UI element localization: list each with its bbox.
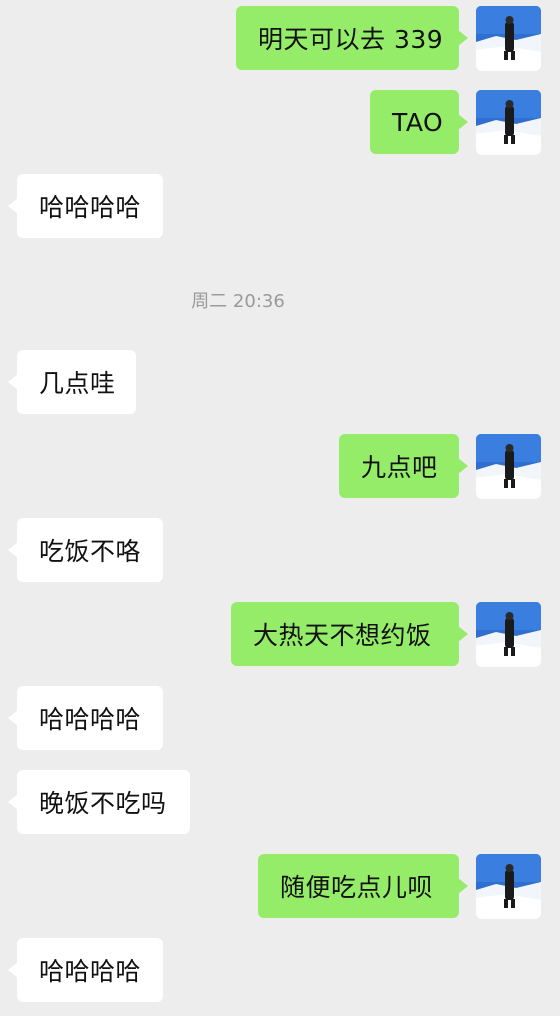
received-message-bubble[interactable]: 哈哈哈哈 bbox=[8, 686, 163, 750]
user-avatar-icon[interactable] bbox=[476, 854, 541, 919]
received-message-bubble[interactable]: 哈哈哈哈 bbox=[8, 174, 163, 238]
received-message-bubble[interactable]: 晚饭不吃吗 bbox=[8, 770, 190, 834]
sent-message-bubble[interactable]: 随便吃点儿呗 bbox=[258, 854, 468, 918]
message-timestamp: 周二 20:36 bbox=[191, 291, 285, 312]
received-message-bubble[interactable]: 吃饭不咯 bbox=[8, 518, 163, 582]
user-avatar-icon[interactable] bbox=[476, 602, 541, 667]
sent-message-bubble[interactable]: TAO bbox=[370, 90, 468, 154]
sent-message-bubble[interactable]: 大热天不想约饭 bbox=[231, 602, 468, 666]
received-message-bubble[interactable]: 几点哇 bbox=[8, 350, 136, 414]
user-avatar-icon[interactable] bbox=[476, 434, 541, 499]
sent-message-bubble[interactable]: 九点吧 bbox=[339, 434, 468, 498]
sent-message-bubble[interactable]: 明天可以去 339 bbox=[236, 6, 468, 70]
user-avatar-icon[interactable] bbox=[476, 90, 541, 155]
received-message-bubble[interactable]: 哈哈哈哈 bbox=[8, 938, 163, 1002]
chat-message-list[interactable]: 明天可以去 339 TAO 哈哈哈哈 周二 20:36 几点哇 九点吧 吃饭不咯… bbox=[0, 0, 560, 1016]
user-avatar-icon[interactable] bbox=[476, 6, 541, 71]
